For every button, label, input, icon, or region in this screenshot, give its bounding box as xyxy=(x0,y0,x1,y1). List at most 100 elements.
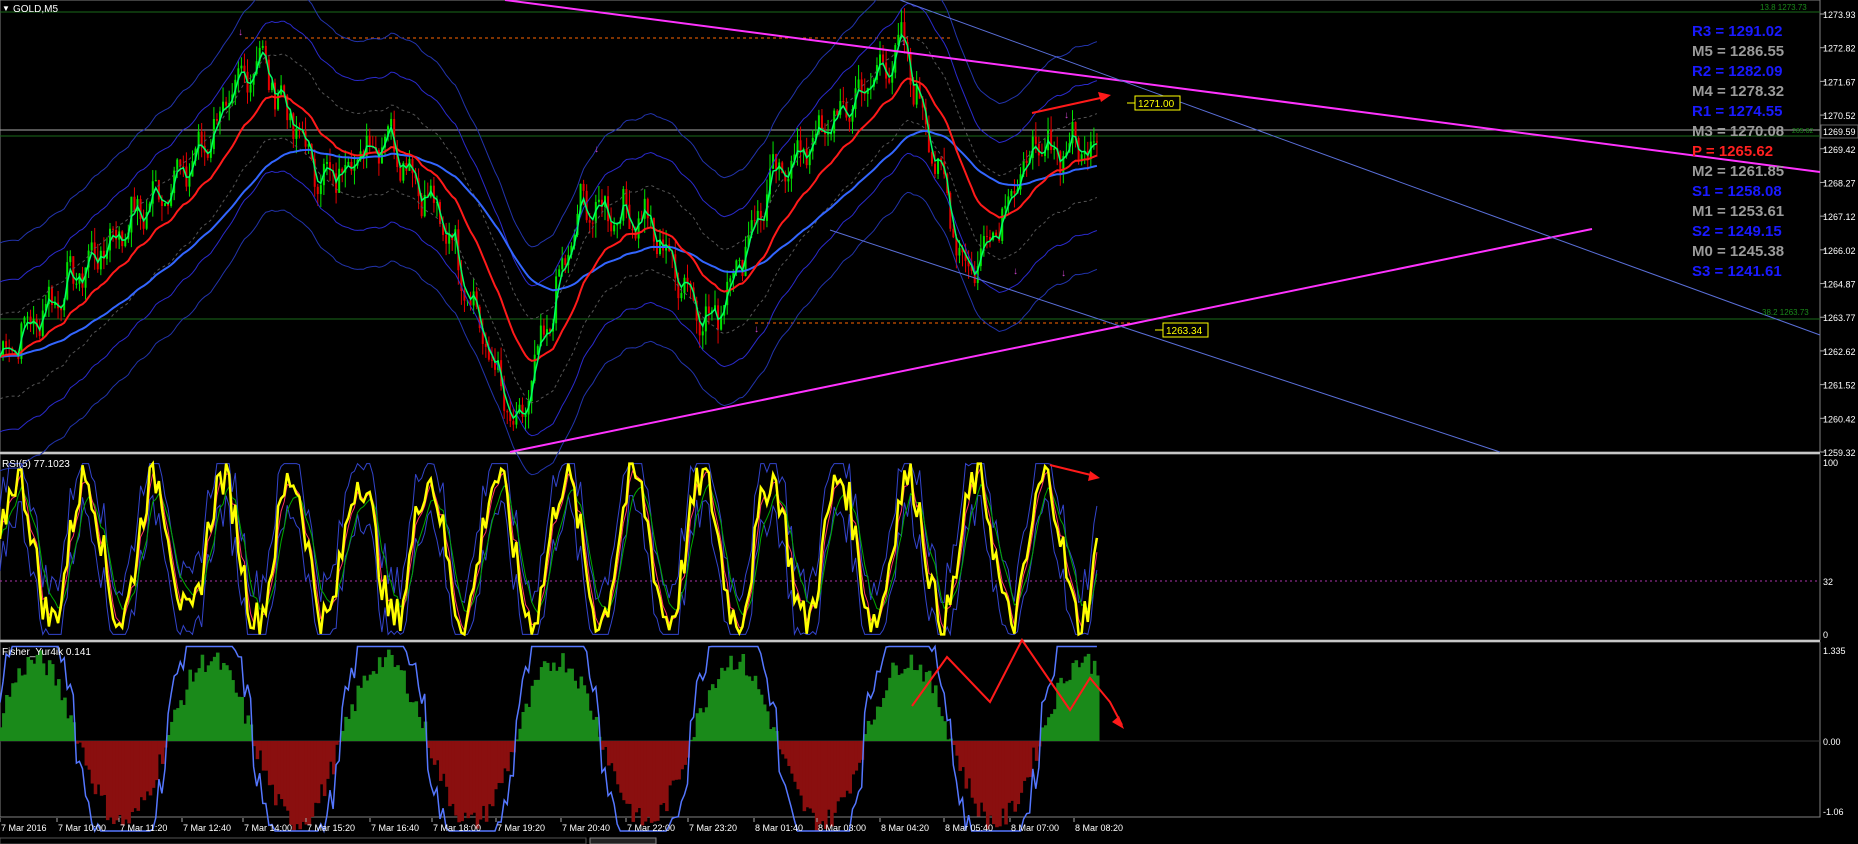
fisher-bar-negative xyxy=(310,741,315,817)
fisher-bar-negative xyxy=(127,741,131,824)
time-label: 8 Mar 01:40 xyxy=(755,823,803,833)
fisher-bar-negative xyxy=(631,741,636,822)
fisher-bar-positive xyxy=(869,724,874,741)
candle-body xyxy=(597,199,600,202)
price-label: 1267.12 xyxy=(1823,212,1856,222)
fisher-bar-negative xyxy=(662,741,666,804)
fisher-bar-negative xyxy=(93,741,98,795)
scroll-thumb[interactable] xyxy=(589,837,657,844)
time-label: 7 Mar 23:20 xyxy=(689,823,737,833)
fisher-bar-negative xyxy=(90,741,95,784)
price-label: 1262.62 xyxy=(1823,347,1856,357)
fisher-scale-mid: 0.00 xyxy=(1823,737,1841,747)
fisher-bar-negative xyxy=(652,741,657,822)
fisher-bar-negative xyxy=(790,741,794,774)
fisher-bar-negative xyxy=(979,741,984,803)
fisher-bar-positive xyxy=(692,737,697,741)
fisher-bar-positive xyxy=(200,654,205,741)
candle-body xyxy=(347,161,350,165)
fisher-bar-negative xyxy=(286,741,290,811)
fisher-bar-negative xyxy=(1004,741,1008,825)
fisher-bar-positive xyxy=(707,690,712,741)
fisher-bar-negative xyxy=(787,741,791,767)
fisher-bar-positive xyxy=(60,700,64,741)
fisher-bar-negative xyxy=(472,741,477,813)
fisher-bar-negative xyxy=(301,741,306,822)
fisher-bar-negative xyxy=(451,741,455,804)
fisher-bar-positive xyxy=(405,693,409,741)
candle-body xyxy=(484,343,487,347)
fisher-bar-negative xyxy=(463,741,467,813)
time-axis[interactable]: 7 Mar 2016 7 Mar 10:00 7 Mar 11:20 7 Mar 12… xyxy=(0,818,1123,833)
fisher-bar-positive xyxy=(558,666,562,741)
fisher-bar-positive xyxy=(564,672,568,741)
candle-body xyxy=(588,220,591,223)
fisher-bar-positive xyxy=(47,660,52,741)
candle-body xyxy=(521,404,524,417)
candle-body xyxy=(490,359,493,361)
fisher-bar-positive xyxy=(32,663,37,741)
rsi-panel[interactable] xyxy=(0,453,1821,641)
candle-body xyxy=(164,203,166,206)
fisher-bar-positive xyxy=(371,671,376,741)
fisher-bar-negative xyxy=(857,741,862,763)
candle-body xyxy=(133,196,136,212)
fisher-bar-negative xyxy=(96,741,101,785)
fisher-bar-negative xyxy=(289,741,293,825)
fisher-bar-negative xyxy=(295,741,299,825)
candle-body xyxy=(787,178,790,182)
fisher-bar-positive xyxy=(206,665,211,741)
fisher-bar-negative xyxy=(995,741,999,828)
fisher-bar-positive xyxy=(69,715,73,741)
time-label: 7 Mar 22:00 xyxy=(627,823,675,833)
candle-body xyxy=(524,414,527,417)
fisher-bar-positive xyxy=(194,672,199,741)
fisher-bar-positive xyxy=(714,688,718,741)
fractal-marker-icon: ↓ xyxy=(901,37,906,48)
fisher-bar-positive xyxy=(545,662,550,741)
fisher-bar-negative xyxy=(142,741,147,801)
fisher-bar-positive xyxy=(594,716,599,741)
fisher-bar-positive xyxy=(35,654,40,741)
fisher-bar-positive xyxy=(915,670,920,741)
dropdown-arrow-icon[interactable]: ▼ xyxy=(2,4,10,13)
fisher-bar-negative xyxy=(487,741,492,805)
fisher-bar-negative xyxy=(1010,741,1014,801)
fisher-bar-positive xyxy=(44,675,49,741)
fisher-bar-negative xyxy=(967,741,972,779)
candle-body xyxy=(1050,129,1053,150)
scroll-area[interactable] xyxy=(0,837,587,844)
fisher-bar-positive xyxy=(533,679,538,741)
candle-body xyxy=(995,232,998,236)
fisher-bar-negative xyxy=(475,741,480,829)
fisher-bar-positive xyxy=(26,657,31,741)
fisher-bar-positive xyxy=(918,664,923,741)
fisher-bar-positive xyxy=(872,719,877,741)
fisher-bar-negative xyxy=(118,741,122,816)
time-label: 8 Mar 08:20 xyxy=(1075,823,1123,833)
fib-near-label: 265.62 xyxy=(1792,128,1814,135)
pivot-label: M0 = 1245.38 xyxy=(1692,243,1784,260)
fisher-bar-negative xyxy=(845,741,849,791)
fisher-bar-positive xyxy=(1086,653,1091,741)
fisher-bar-positive xyxy=(362,675,367,741)
fisher-bar-negative xyxy=(466,741,471,819)
candle-body xyxy=(90,242,93,251)
fisher-bar-positive xyxy=(219,669,223,741)
fisher-bar-positive xyxy=(222,662,226,741)
chart-canvas[interactable]: ↓ ↓ ↓ ↓ ↓ ↓ ↓ GOLD,M5 ▼ RSI(5) 77.1023 Fisher_… xyxy=(0,0,1858,844)
candle-body xyxy=(99,250,102,270)
candle-body xyxy=(879,54,881,66)
fisher-bar-positive xyxy=(23,674,27,741)
candle-body xyxy=(154,180,157,182)
candle-body xyxy=(512,421,515,425)
candle-body xyxy=(325,162,328,164)
candle-body xyxy=(1053,148,1056,150)
price-label: 1268.27 xyxy=(1823,178,1856,188)
resistance-label: 1271.00 xyxy=(1138,99,1175,110)
fisher-bar-negative xyxy=(145,741,150,792)
price-scale[interactable]: 1273.93 1272.82 1271.67 1270.52 1269.42 1268.… xyxy=(1820,10,1856,458)
candle-body xyxy=(75,283,78,285)
candle-body xyxy=(613,225,616,232)
fisher-bar-positive xyxy=(555,670,559,741)
